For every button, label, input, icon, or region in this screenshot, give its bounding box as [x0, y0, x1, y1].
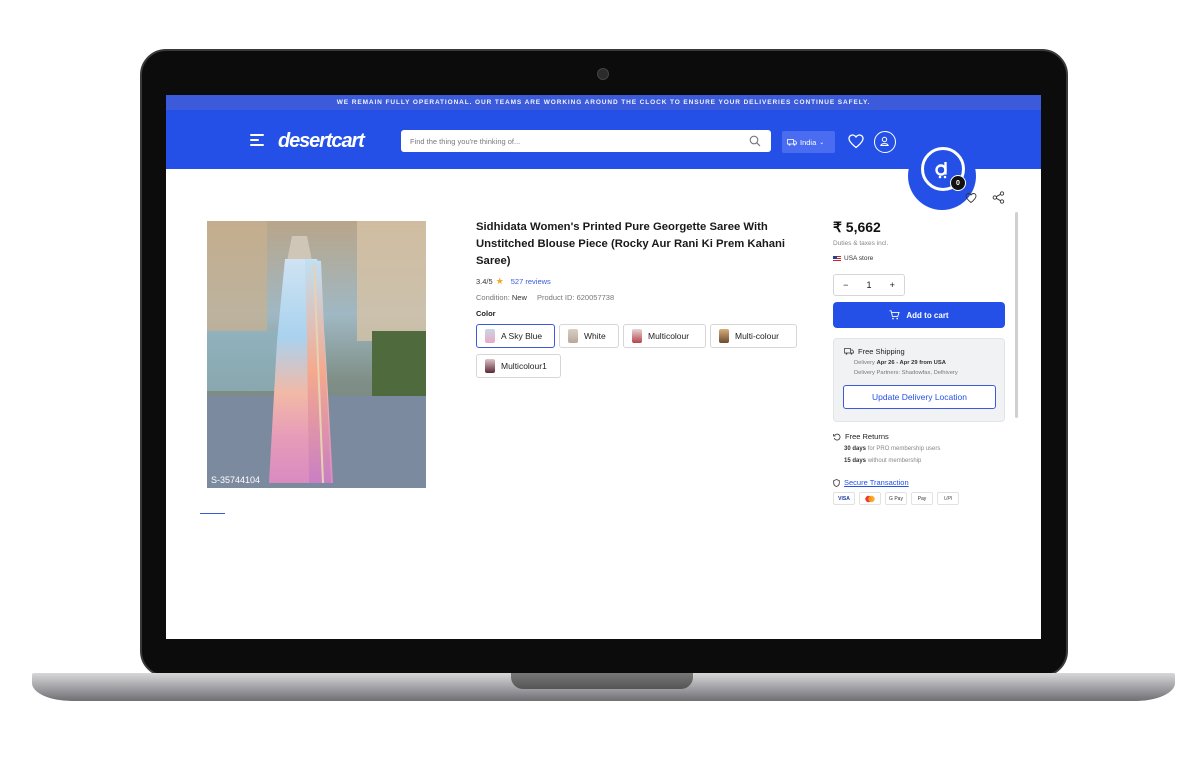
country-selector[interactable]: India ⌄ [782, 131, 835, 153]
returns-pro: 30 days for PRO membership users [844, 446, 941, 452]
return-icon [833, 433, 841, 440]
apple-pay-icon: Pay [911, 492, 933, 505]
browser-screen: WE REMAIN FULLY OPERATIONAL. OUR TEAMS A… [166, 95, 1041, 639]
store-origin: USA store [833, 255, 873, 262]
color-option-label: A Sky Blue [501, 331, 543, 341]
color-option-label: White [584, 331, 606, 341]
color-option-label: Multi-colour [735, 331, 779, 341]
account-user-icon[interactable] [874, 131, 896, 153]
laptop-notch [511, 673, 693, 689]
mastercard-icon [859, 492, 881, 505]
increase-qty-button[interactable]: + [890, 280, 895, 290]
product-wishlist-icon[interactable] [965, 192, 977, 204]
color-option-multicolour1[interactable]: Multicolour1 [476, 354, 561, 378]
announcement-bar: WE REMAIN FULLY OPERATIONAL. OUR TEAMS A… [166, 95, 1041, 110]
star-icon: ★ [495, 276, 504, 286]
country-label: India [800, 137, 817, 147]
thumbnail-indicator[interactable] [200, 513, 225, 515]
truck-icon [844, 348, 854, 355]
google-pay-icon: G Pay [885, 492, 907, 505]
returns-title: Free Returns [833, 432, 889, 441]
cart-count-badge: 0 [950, 175, 966, 191]
shipping-box: Free Shipping Delivery Apr 26 - Apr 29 f… [833, 338, 1005, 422]
color-option-multicolour[interactable]: Multicolour [623, 324, 706, 348]
cart-icon [889, 310, 900, 320]
product-id-value: 620057738 [576, 293, 615, 302]
visa-icon: VISA [833, 492, 855, 505]
color-label: Color [476, 309, 496, 318]
shipping-title: Free Shipping [844, 347, 905, 356]
rating-value: 3.4/5 [476, 277, 493, 286]
condition-value: New [511, 293, 527, 302]
search-input[interactable] [401, 130, 741, 152]
swatch-thumbnail [632, 329, 642, 343]
webcam [597, 68, 609, 80]
secure-transaction-link[interactable]: Secure Transaction [844, 478, 909, 487]
truck-icon [787, 138, 797, 146]
image-watermark-text: S-35744104 [211, 475, 260, 485]
condition-label: Condition: [476, 293, 510, 302]
swatch-thumbnail [719, 329, 729, 343]
secure-transaction: Secure Transaction [833, 478, 909, 487]
returns-standard: 15 days without membership [844, 458, 922, 464]
color-option-multi-colour[interactable]: Multi-colour [710, 324, 797, 348]
quantity-value: 1 [866, 280, 872, 290]
buybox-scrollbar[interactable] [1015, 212, 1018, 418]
swatch-thumbnail [485, 329, 495, 343]
upi-icon: UPI [937, 492, 959, 505]
quantity-stepper[interactable]: − 1 + [833, 274, 905, 296]
search-bar [401, 130, 771, 152]
product-id-label: Product ID: [536, 293, 575, 302]
update-delivery-location-button[interactable]: Update Delivery Location [843, 385, 996, 409]
reviews-link[interactable]: 527 reviews [511, 277, 551, 286]
share-icon[interactable] [992, 191, 1005, 204]
shield-icon [833, 478, 840, 487]
product-title: Sidhidata Women's Printed Pure Georgette… [476, 221, 786, 267]
add-to-cart-label: Add to cart [906, 310, 949, 320]
wishlist-heart-icon[interactable] [848, 134, 864, 149]
delivery-estimate: Delivery Apr 26 - Apr 29 from USA [854, 360, 946, 366]
cart-logo-icon [935, 162, 947, 179]
rating-row: 3.4/5 ★ 527 reviews [476, 276, 551, 287]
search-icon[interactable] [749, 135, 761, 147]
color-option-white[interactable]: White [559, 324, 619, 348]
decrease-qty-button[interactable]: − [843, 280, 848, 290]
color-option-label: Multicolour1 [501, 361, 547, 371]
condition-row: Condition: New Product ID: 620057738 [476, 293, 614, 302]
color-option-label: Multicolour [648, 331, 690, 341]
payment-methods: VISA G Pay Pay UPI [833, 492, 959, 505]
hamburger-menu-icon[interactable] [250, 134, 266, 148]
color-option-a-sky-blue[interactable]: A Sky Blue [476, 324, 555, 348]
swatch-thumbnail [485, 359, 495, 373]
add-to-cart-button[interactable]: Add to cart [833, 302, 1005, 328]
chevron-down-icon: ⌄ [819, 139, 825, 146]
site-logo[interactable]: desertcart [278, 130, 365, 153]
product-main-image[interactable]: S-35744104 [207, 221, 426, 488]
duties-note: Duties & taxes incl. [833, 240, 889, 247]
store-label: USA store [844, 255, 874, 262]
delivery-partners: Delivery Partners: Shadowfax, Delhivery [854, 370, 958, 376]
us-flag-icon [833, 255, 841, 262]
swatch-thumbnail [568, 329, 578, 343]
site-header: desertcart India ⌄ [166, 110, 1041, 169]
product-price: ₹ 5,662 [833, 219, 881, 235]
